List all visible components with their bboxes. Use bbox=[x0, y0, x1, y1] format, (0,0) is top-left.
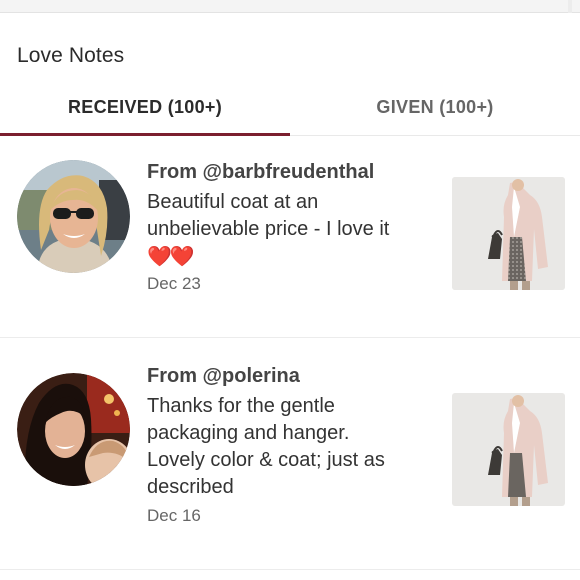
tab-given[interactable]: GIVEN (100+) bbox=[290, 86, 580, 136]
note-message-line: Lovely color & coat; just as bbox=[147, 449, 385, 471]
note-message-line: unbelievable price - I love it bbox=[147, 218, 390, 240]
coat-product-icon bbox=[452, 393, 565, 506]
note-sender[interactable]: From @polerina bbox=[147, 363, 437, 389]
product-thumbnail[interactable] bbox=[452, 177, 565, 290]
avatar-photo-icon bbox=[17, 160, 130, 273]
note-message-line: described bbox=[147, 476, 234, 498]
top-bar-edge bbox=[568, 0, 572, 13]
tab-bar: RECEIVED (100+) GIVEN (100+) bbox=[0, 86, 580, 136]
note-content: From @barbfreudenthal Beautiful coat at … bbox=[147, 159, 437, 295]
note-message-line: Thanks for the gentle bbox=[147, 395, 335, 417]
avatar-barbfreudenthal[interactable] bbox=[17, 160, 130, 273]
avatar-polerina[interactable] bbox=[17, 373, 130, 486]
product-thumbnail[interactable] bbox=[452, 393, 565, 506]
love-note-item: From @barbfreudenthal Beautiful coat at … bbox=[0, 137, 580, 338]
note-date: Dec 23 bbox=[147, 274, 201, 293]
note-date: Dec 16 bbox=[147, 506, 201, 525]
tab-received[interactable]: RECEIVED (100+) bbox=[0, 86, 290, 136]
page-title: Love Notes bbox=[17, 44, 125, 67]
note-message-line: Beautiful coat at an bbox=[147, 191, 319, 213]
heart-emoji-icon: ❤️❤️ bbox=[147, 246, 195, 268]
note-sender[interactable]: From @barbfreudenthal bbox=[147, 159, 437, 185]
avatar-photo-icon bbox=[17, 373, 130, 486]
active-tab-indicator bbox=[0, 133, 290, 136]
love-note-item: From @polerina Thanks for the gentle pac… bbox=[0, 339, 580, 570]
note-message-line: packaging and hanger. bbox=[147, 422, 350, 444]
note-content: From @polerina Thanks for the gentle pac… bbox=[147, 363, 437, 527]
coat-product-icon bbox=[452, 177, 565, 290]
top-bar-strip bbox=[0, 0, 580, 13]
